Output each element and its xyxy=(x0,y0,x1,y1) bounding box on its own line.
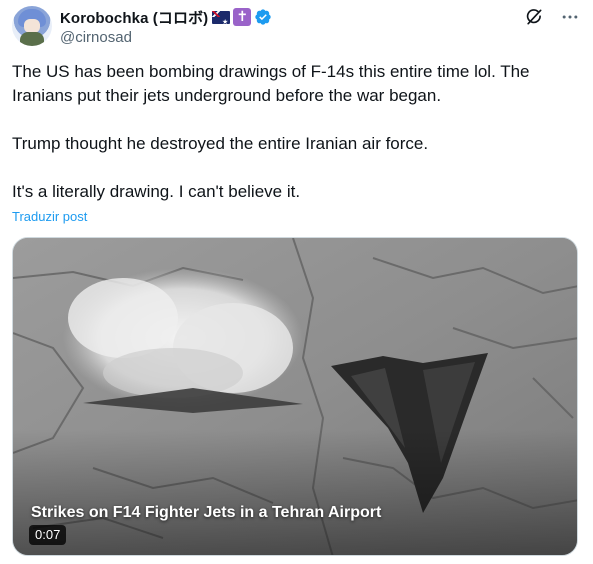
translate-post-link[interactable]: Traduzir post xyxy=(12,209,87,224)
tweet-paragraph: It's a literally drawing. I can't believ… xyxy=(12,182,301,201)
display-name-row: Korobochka (コロボ) ✝ xyxy=(60,7,272,27)
video-player[interactable]: Strikes on F14 Fighter Jets in a Tehran … xyxy=(12,237,578,556)
latin-cross-icon: ✝ xyxy=(233,8,252,26)
tweet-text: The US has been bombing drawings of F-14… xyxy=(12,60,582,204)
tweet-paragraph: The US has been bombing drawings of F-14… xyxy=(12,62,530,105)
australia-flag-icon xyxy=(212,10,231,26)
tweet-paragraph: Trump thought he destroyed the entire Ir… xyxy=(12,134,429,153)
display-name[interactable]: Korobochka (コロボ) xyxy=(60,7,208,28)
video-title: Strikes on F14 Fighter Jets in a Tehran … xyxy=(31,504,382,521)
grok-icon[interactable] xyxy=(523,6,545,28)
avatar[interactable] xyxy=(12,6,52,46)
handle[interactable]: @cirnosad xyxy=(60,28,272,48)
header-actions xyxy=(523,6,581,28)
verified-badge-icon[interactable] xyxy=(254,8,272,26)
video-duration: 0:07 xyxy=(29,525,67,545)
tweet-header: Korobochka (コロボ) ✝ @cirnosad xyxy=(12,6,581,46)
author-block: Korobochka (コロボ) ✝ @cirnosad xyxy=(60,7,272,48)
more-icon[interactable] xyxy=(559,6,581,28)
